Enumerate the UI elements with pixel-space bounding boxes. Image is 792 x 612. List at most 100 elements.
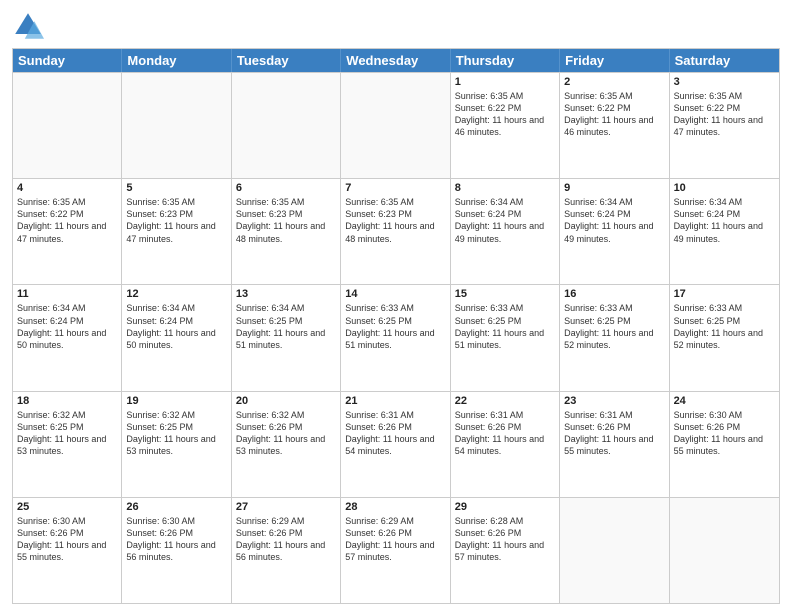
calendar-cell-0-6: 3 Sunrise: 6:35 AM Sunset: 6:22 PM Daylig… bbox=[670, 73, 779, 178]
day-number: 24 bbox=[674, 395, 775, 407]
calendar-cell-2-5: 16 Sunrise: 6:33 AM Sunset: 6:25 PM Dayli… bbox=[560, 285, 669, 390]
day-number: 22 bbox=[455, 395, 555, 407]
day-info: Sunrise: 6:32 AM Sunset: 6:25 PM Dayligh… bbox=[17, 409, 117, 458]
day-info: Sunrise: 6:29 AM Sunset: 6:26 PM Dayligh… bbox=[236, 515, 336, 564]
calendar: SundayMondayTuesdayWednesdayThursdayFrid… bbox=[12, 48, 780, 604]
calendar-cell-1-2: 6 Sunrise: 6:35 AM Sunset: 6:23 PM Daylig… bbox=[232, 179, 341, 284]
logo bbox=[12, 10, 48, 42]
calendar-cell-1-3: 7 Sunrise: 6:35 AM Sunset: 6:23 PM Daylig… bbox=[341, 179, 450, 284]
day-info: Sunrise: 6:34 AM Sunset: 6:25 PM Dayligh… bbox=[236, 302, 336, 351]
calendar-cell-4-1: 26 Sunrise: 6:30 AM Sunset: 6:26 PM Dayli… bbox=[122, 498, 231, 603]
day-number: 11 bbox=[17, 288, 117, 300]
calendar-cell-3-3: 21 Sunrise: 6:31 AM Sunset: 6:26 PM Dayli… bbox=[341, 392, 450, 497]
calendar-cell-2-2: 13 Sunrise: 6:34 AM Sunset: 6:25 PM Dayli… bbox=[232, 285, 341, 390]
day-info: Sunrise: 6:30 AM Sunset: 6:26 PM Dayligh… bbox=[17, 515, 117, 564]
day-number: 9 bbox=[564, 182, 664, 194]
header-day-tuesday: Tuesday bbox=[232, 49, 341, 72]
calendar-cell-0-2 bbox=[232, 73, 341, 178]
calendar-cell-1-0: 4 Sunrise: 6:35 AM Sunset: 6:22 PM Daylig… bbox=[13, 179, 122, 284]
logo-icon bbox=[12, 10, 44, 42]
day-number: 21 bbox=[345, 395, 445, 407]
calendar-row-1: 4 Sunrise: 6:35 AM Sunset: 6:22 PM Daylig… bbox=[13, 178, 779, 284]
calendar-body: 1Sunrise: 6:35 AM Sunset: 6:22 PM Daylig… bbox=[13, 72, 779, 603]
calendar-cell-2-4: 15 Sunrise: 6:33 AM Sunset: 6:25 PM Dayli… bbox=[451, 285, 560, 390]
calendar-cell-4-2: 27 Sunrise: 6:29 AM Sunset: 6:26 PM Dayli… bbox=[232, 498, 341, 603]
day-number: 6 bbox=[236, 182, 336, 194]
day-info: Sunrise: 6:32 AM Sunset: 6:26 PM Dayligh… bbox=[236, 409, 336, 458]
day-number: 3 bbox=[674, 76, 775, 88]
calendar-cell-4-3: 28Sunrise: 6:29 AM Sunset: 6:26 PM Dayli… bbox=[341, 498, 450, 603]
calendar-cell-2-0: 11 Sunrise: 6:34 AM Sunset: 6:24 PM Dayli… bbox=[13, 285, 122, 390]
day-number: 17 bbox=[674, 288, 775, 300]
day-number: 13 bbox=[236, 288, 336, 300]
day-info: Sunrise: 6:33 AM Sunset: 6:25 PM Dayligh… bbox=[345, 302, 445, 351]
calendar-cell-3-5: 23 Sunrise: 6:31 AM Sunset: 6:26 PM Dayli… bbox=[560, 392, 669, 497]
day-number: 5 bbox=[126, 182, 226, 194]
header-day-wednesday: Wednesday bbox=[341, 49, 450, 72]
calendar-cell-1-5: 9 Sunrise: 6:34 AM Sunset: 6:24 PM Daylig… bbox=[560, 179, 669, 284]
calendar-row-0: 1Sunrise: 6:35 AM Sunset: 6:22 PM Daylig… bbox=[13, 72, 779, 178]
day-number: 28 bbox=[345, 501, 445, 513]
header-day-thursday: Thursday bbox=[451, 49, 560, 72]
calendar-cell-4-6 bbox=[670, 498, 779, 603]
calendar-cell-1-1: 5 Sunrise: 6:35 AM Sunset: 6:23 PM Daylig… bbox=[122, 179, 231, 284]
day-number: 23 bbox=[564, 395, 664, 407]
day-number: 10 bbox=[674, 182, 775, 194]
day-info: Sunrise: 6:35 AM Sunset: 6:23 PM Dayligh… bbox=[236, 196, 336, 245]
day-info: Sunrise: 6:35 AM Sunset: 6:22 PM Dayligh… bbox=[17, 196, 117, 245]
day-info: Sunrise: 6:31 AM Sunset: 6:26 PM Dayligh… bbox=[345, 409, 445, 458]
calendar-row-3: 18 Sunrise: 6:32 AM Sunset: 6:25 PM Dayli… bbox=[13, 391, 779, 497]
day-info: Sunrise: 6:35 AM Sunset: 6:22 PM Dayligh… bbox=[455, 90, 555, 139]
header-day-friday: Friday bbox=[560, 49, 669, 72]
calendar-cell-1-6: 10Sunrise: 6:34 AM Sunset: 6:24 PM Dayli… bbox=[670, 179, 779, 284]
day-info: Sunrise: 6:30 AM Sunset: 6:26 PM Dayligh… bbox=[126, 515, 226, 564]
day-info: Sunrise: 6:35 AM Sunset: 6:22 PM Dayligh… bbox=[674, 90, 775, 139]
day-number: 8 bbox=[455, 182, 555, 194]
day-number: 29 bbox=[455, 501, 555, 513]
day-info: Sunrise: 6:31 AM Sunset: 6:26 PM Dayligh… bbox=[564, 409, 664, 458]
calendar-cell-2-3: 14 Sunrise: 6:33 AM Sunset: 6:25 PM Dayli… bbox=[341, 285, 450, 390]
header-day-monday: Monday bbox=[122, 49, 231, 72]
calendar-cell-4-0: 25Sunrise: 6:30 AM Sunset: 6:26 PM Dayli… bbox=[13, 498, 122, 603]
calendar-cell-3-4: 22 Sunrise: 6:31 AM Sunset: 6:26 PM Dayli… bbox=[451, 392, 560, 497]
calendar-cell-3-0: 18 Sunrise: 6:32 AM Sunset: 6:25 PM Dayli… bbox=[13, 392, 122, 497]
calendar-cell-0-0 bbox=[13, 73, 122, 178]
day-number: 14 bbox=[345, 288, 445, 300]
calendar-cell-3-6: 24Sunrise: 6:30 AM Sunset: 6:26 PM Dayli… bbox=[670, 392, 779, 497]
day-number: 27 bbox=[236, 501, 336, 513]
day-number: 18 bbox=[17, 395, 117, 407]
calendar-row-4: 25Sunrise: 6:30 AM Sunset: 6:26 PM Dayli… bbox=[13, 497, 779, 603]
day-info: Sunrise: 6:33 AM Sunset: 6:25 PM Dayligh… bbox=[564, 302, 664, 351]
day-number: 20 bbox=[236, 395, 336, 407]
day-number: 7 bbox=[345, 182, 445, 194]
header bbox=[12, 10, 780, 42]
calendar-cell-2-1: 12Sunrise: 6:34 AM Sunset: 6:24 PM Dayli… bbox=[122, 285, 231, 390]
day-info: Sunrise: 6:33 AM Sunset: 6:25 PM Dayligh… bbox=[455, 302, 555, 351]
day-info: Sunrise: 6:35 AM Sunset: 6:23 PM Dayligh… bbox=[126, 196, 226, 245]
day-number: 16 bbox=[564, 288, 664, 300]
header-day-sunday: Sunday bbox=[13, 49, 122, 72]
calendar-cell-0-1 bbox=[122, 73, 231, 178]
calendar-cell-0-5: 2Sunrise: 6:35 AM Sunset: 6:22 PM Daylig… bbox=[560, 73, 669, 178]
day-info: Sunrise: 6:35 AM Sunset: 6:23 PM Dayligh… bbox=[345, 196, 445, 245]
day-number: 12 bbox=[126, 288, 226, 300]
day-info: Sunrise: 6:34 AM Sunset: 6:24 PM Dayligh… bbox=[17, 302, 117, 351]
day-info: Sunrise: 6:32 AM Sunset: 6:25 PM Dayligh… bbox=[126, 409, 226, 458]
calendar-cell-0-4: 1Sunrise: 6:35 AM Sunset: 6:22 PM Daylig… bbox=[451, 73, 560, 178]
day-number: 26 bbox=[126, 501, 226, 513]
page: SundayMondayTuesdayWednesdayThursdayFrid… bbox=[0, 0, 792, 612]
day-info: Sunrise: 6:33 AM Sunset: 6:25 PM Dayligh… bbox=[674, 302, 775, 351]
calendar-cell-3-1: 19 Sunrise: 6:32 AM Sunset: 6:25 PM Dayli… bbox=[122, 392, 231, 497]
day-number: 19 bbox=[126, 395, 226, 407]
calendar-row-2: 11 Sunrise: 6:34 AM Sunset: 6:24 PM Dayli… bbox=[13, 284, 779, 390]
day-info: Sunrise: 6:34 AM Sunset: 6:24 PM Dayligh… bbox=[564, 196, 664, 245]
calendar-cell-3-2: 20 Sunrise: 6:32 AM Sunset: 6:26 PM Dayli… bbox=[232, 392, 341, 497]
day-info: Sunrise: 6:28 AM Sunset: 6:26 PM Dayligh… bbox=[455, 515, 555, 564]
day-number: 15 bbox=[455, 288, 555, 300]
calendar-cell-4-4: 29 Sunrise: 6:28 AM Sunset: 6:26 PM Dayli… bbox=[451, 498, 560, 603]
header-day-saturday: Saturday bbox=[670, 49, 779, 72]
day-info: Sunrise: 6:31 AM Sunset: 6:26 PM Dayligh… bbox=[455, 409, 555, 458]
calendar-cell-2-6: 17 Sunrise: 6:33 AM Sunset: 6:25 PM Dayli… bbox=[670, 285, 779, 390]
calendar-header-row: SundayMondayTuesdayWednesdayThursdayFrid… bbox=[13, 49, 779, 72]
day-number: 4 bbox=[17, 182, 117, 194]
